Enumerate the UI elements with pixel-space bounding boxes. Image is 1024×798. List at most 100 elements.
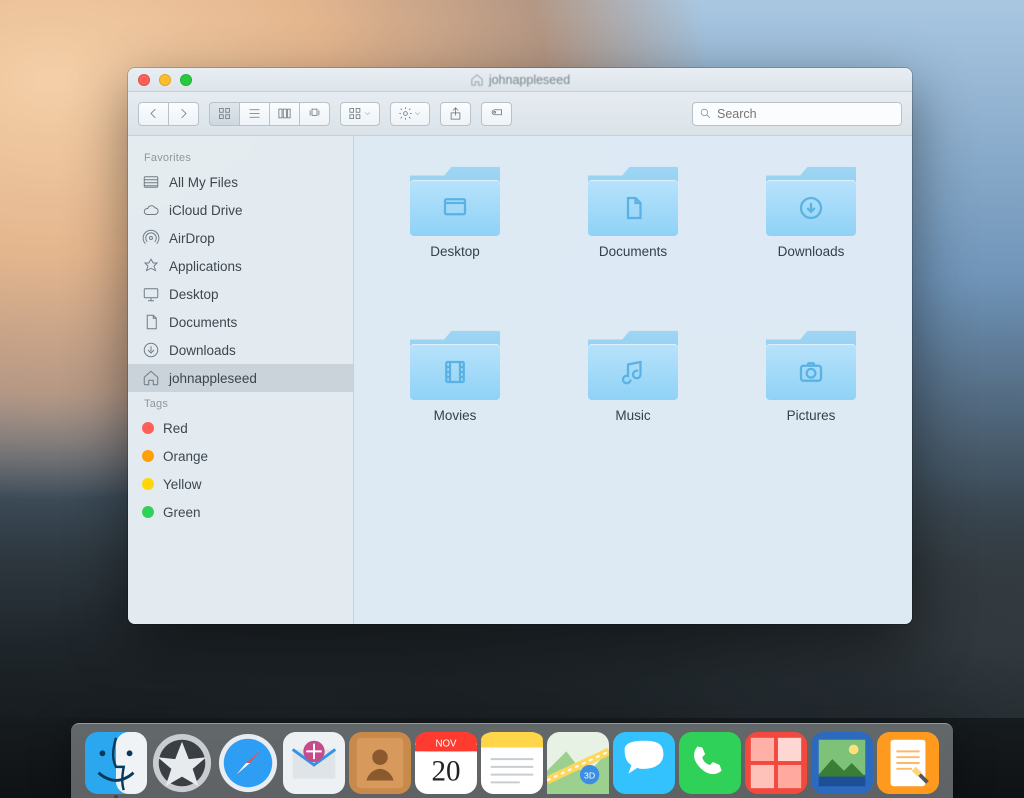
sidebar-item-label: Yellow (163, 477, 202, 492)
folder-music[interactable]: Music (568, 328, 698, 468)
close-button[interactable] (138, 74, 150, 86)
folder-movies[interactable]: Movies (390, 328, 520, 468)
folder-label: Documents (599, 244, 667, 259)
folder-icon (766, 164, 856, 236)
tag-dot-icon (142, 478, 154, 490)
folder-label: Downloads (778, 244, 845, 259)
folder-icon (588, 328, 678, 400)
sidebar-item-label: Red (163, 421, 188, 436)
sidebar-item-label: Desktop (169, 287, 219, 302)
search-input[interactable] (717, 107, 895, 121)
sidebar-item-label: Documents (169, 315, 237, 330)
nav-buttons (138, 102, 199, 126)
dock-launchpad[interactable] (151, 732, 213, 794)
tag-dot-icon (142, 450, 154, 462)
dock-contacts[interactable] (349, 732, 411, 794)
search-field[interactable] (692, 102, 902, 126)
dock-facetime[interactable] (679, 732, 741, 794)
dock-messages[interactable] (613, 732, 675, 794)
folder-pictures[interactable]: Pictures (746, 328, 876, 468)
dock-maps[interactable]: 3D (547, 732, 609, 794)
tags-heading: Tags (128, 392, 353, 414)
icon-view-button[interactable] (209, 102, 240, 126)
home-icon (470, 73, 484, 87)
arrange-button[interactable] (340, 102, 380, 126)
svg-text:20: 20 (431, 755, 460, 787)
favorites-heading: Favorites (128, 146, 353, 168)
tag-yellow[interactable]: Yellow (128, 470, 353, 498)
tag-dot-icon (142, 506, 154, 518)
action-button[interactable] (390, 102, 430, 126)
tag-green[interactable]: Green (128, 498, 353, 526)
sidebar-item-label: iCloud Drive (169, 203, 243, 218)
sidebar-item-label: All My Files (169, 175, 238, 190)
list-view-button[interactable] (240, 102, 270, 126)
folder-label: Music (615, 408, 650, 423)
tag-dot-icon (142, 422, 154, 434)
share-button[interactable] (440, 102, 471, 126)
sidebar-item-desktop[interactable]: Desktop (128, 280, 353, 308)
sidebar-item-documents[interactable]: Documents (128, 308, 353, 336)
dock-pages[interactable] (877, 732, 939, 794)
zoom-button[interactable] (180, 74, 192, 86)
finder-window: johnappleseed (128, 68, 912, 624)
folder-label: Pictures (787, 408, 836, 423)
toolbar (128, 92, 912, 136)
svg-text:3D: 3D (584, 771, 595, 781)
tag-orange[interactable]: Orange (128, 442, 353, 470)
sidebar-item-airdrop[interactable]: AirDrop (128, 224, 353, 252)
sidebar-item-label: Applications (169, 259, 242, 274)
downloads-icon (142, 341, 160, 359)
folder-icon (410, 328, 500, 400)
svg-text:NOV: NOV (436, 739, 458, 750)
cloud-icon (142, 201, 160, 219)
desktop-icon (142, 285, 160, 303)
dock-notes[interactable] (481, 732, 543, 794)
dock-finder[interactable] (85, 732, 147, 794)
folder-icon (410, 164, 500, 236)
airdrop-icon (142, 229, 160, 247)
dock: NOV 20 3D (71, 723, 953, 798)
sidebar-item-home[interactable]: johnappleseed (128, 364, 353, 392)
folder-label: Desktop (430, 244, 480, 259)
home-icon (142, 369, 160, 387)
window-title-text: johnappleseed (489, 73, 570, 87)
dock-safari[interactable] (217, 732, 279, 794)
window-title: johnappleseed (470, 73, 570, 87)
folder-desktop[interactable]: Desktop (390, 164, 520, 304)
coverflow-view-button[interactable] (300, 102, 330, 126)
folder-downloads[interactable]: Downloads (746, 164, 876, 304)
sidebar-item-label: Downloads (169, 343, 236, 358)
sidebar-item-label: AirDrop (169, 231, 215, 246)
sidebar-item-downloads[interactable]: Downloads (128, 336, 353, 364)
dock-iphoto[interactable] (811, 732, 873, 794)
sidebar-item-icloud[interactable]: iCloud Drive (128, 196, 353, 224)
sidebar: Favorites All My Files iCloud Drive AirD… (128, 136, 354, 624)
folder-label: Movies (434, 408, 477, 423)
sidebar-item-applications[interactable]: Applications (128, 252, 353, 280)
sidebar-item-label: johnappleseed (169, 371, 257, 386)
dock-mail[interactable] (283, 732, 345, 794)
forward-button[interactable] (169, 102, 199, 126)
folder-icon (588, 164, 678, 236)
sidebar-item-label: Green (163, 505, 201, 520)
folder-grid[interactable]: Desktop Documents Downloads Movies Music (354, 136, 912, 624)
all-my-files-icon (142, 173, 160, 191)
folder-documents[interactable]: Documents (568, 164, 698, 304)
desktop-wallpaper: johnappleseed (0, 0, 1024, 798)
sidebar-item-label: Orange (163, 449, 208, 464)
search-icon (699, 107, 712, 120)
minimize-button[interactable] (159, 74, 171, 86)
applications-icon (142, 257, 160, 275)
documents-icon (142, 313, 160, 331)
window-titlebar[interactable]: johnappleseed (128, 68, 912, 92)
view-buttons (209, 102, 330, 126)
tag-red[interactable]: Red (128, 414, 353, 442)
column-view-button[interactable] (270, 102, 300, 126)
folder-icon (766, 328, 856, 400)
edit-tags-button[interactable] (481, 102, 512, 126)
dock-photo-booth[interactable] (745, 732, 807, 794)
sidebar-item-all-my-files[interactable]: All My Files (128, 168, 353, 196)
back-button[interactable] (138, 102, 169, 126)
dock-calendar[interactable]: NOV 20 (415, 732, 477, 794)
